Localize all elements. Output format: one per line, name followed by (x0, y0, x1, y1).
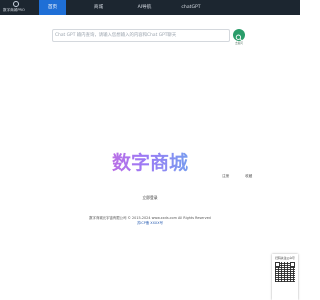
login-link[interactable]: 立即登录 (130, 195, 170, 201)
logo-text: 数字商城PRO (3, 8, 25, 12)
site-logo[interactable]: 数字商城PRO (3, 1, 33, 14)
favorite-link[interactable]: 收藏 (245, 174, 252, 179)
qr-code-image (275, 262, 295, 282)
nav-item-ai-nav[interactable]: AI导航 (131, 0, 158, 15)
nav-item-chatgpt[interactable]: chatGPT (175, 0, 207, 15)
hero-title: 数字商城 (100, 150, 200, 176)
nav-item-shop[interactable]: 商城 (85, 0, 112, 15)
search-button-label[interactable]: 去提问 (231, 41, 247, 45)
footer-icp: 苏ICP备 XXXX号 (60, 220, 240, 225)
top-navigation-bar: 数字商城PRO 首页 商城 AI导航 chatGPT (0, 0, 300, 15)
register-link[interactable]: 注册 (222, 174, 229, 179)
icp-link[interactable]: 苏ICP备 XXXX号 (137, 221, 163, 225)
search-button[interactable] (233, 29, 245, 41)
search-box (52, 29, 230, 42)
nav-item-home[interactable]: 首页 (39, 0, 66, 15)
logo-icon (13, 1, 19, 7)
qr-panel: 扫码关注公众号 (272, 254, 298, 300)
search-input[interactable] (55, 30, 227, 41)
qr-title: 扫码关注公众号 (275, 256, 295, 260)
